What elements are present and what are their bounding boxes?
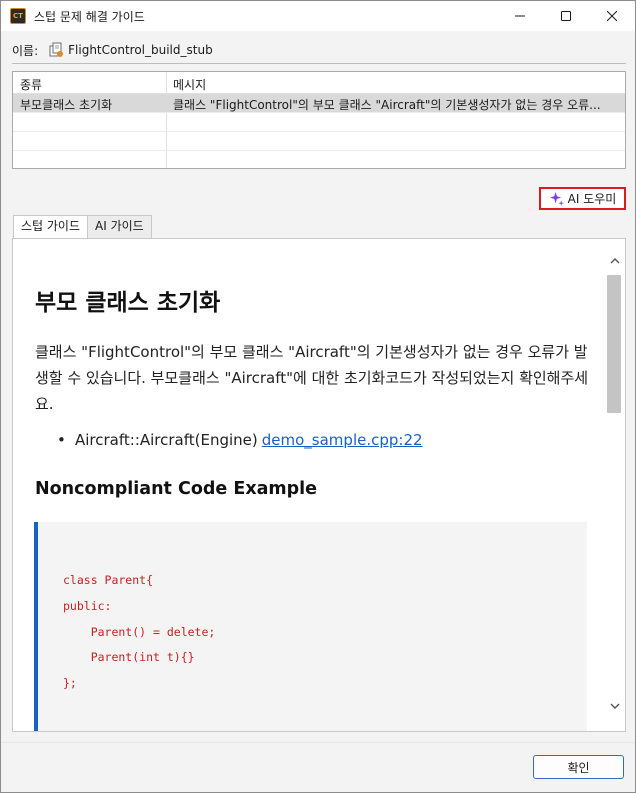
title-bar[interactable]: CT 스텁 문제 해결 가이드 (1, 1, 635, 31)
guide-content: 부모 클래스 초기화 클래스 "FlightControl"의 부모 클래스 "… (12, 238, 626, 732)
name-label: 이름: (12, 43, 39, 58)
column-header-message[interactable]: 메시지 (173, 76, 206, 93)
table-row-empty (13, 113, 625, 132)
close-icon (607, 11, 617, 21)
dialog-window: CT 스텁 문제 해결 가이드 이름: FlightControl_build_… (0, 0, 636, 793)
code-block: class Parent{ public: Parent() = delete;… (34, 522, 587, 731)
list-item: • Aircraft::Aircraft(Engine) demo_sample… (57, 431, 423, 449)
stub-file-icon (49, 42, 64, 57)
minimize-button[interactable] (497, 1, 543, 31)
footer-divider (1, 742, 635, 743)
guide-description: 클래스 "FlightControl"의 부모 클래스 "Aircraft"의 … (35, 343, 589, 413)
code-line: class Parent{ (63, 573, 154, 587)
cell-type: 부모클래스 초기화 (20, 98, 113, 112)
bullet: • (57, 431, 66, 449)
ai-assistant-button[interactable]: AI 도우미 (539, 187, 626, 210)
table-header: 종류 메시지 (13, 72, 625, 94)
tab-stub-guide[interactable]: 스텁 가이드 (13, 215, 89, 239)
guide-tabs: 스텁 가이드 AI 가이드 (13, 215, 152, 239)
table-row-empty (13, 132, 625, 151)
code-line: Parent() = delete; (63, 625, 216, 639)
maximize-button[interactable] (543, 1, 589, 31)
code-line: Parent(int t){} (63, 650, 195, 664)
tab-ai-guide[interactable]: AI 가이드 (88, 215, 152, 238)
maximize-icon (561, 11, 571, 21)
app-icon: CT (10, 8, 26, 24)
code-line: }; (63, 676, 77, 690)
bullet-text: Aircraft::Aircraft(Engine) (75, 431, 258, 449)
scroll-down-icon[interactable] (609, 700, 621, 712)
source-link[interactable]: demo_sample.cpp:22 (262, 431, 423, 449)
ai-assistant-label: AI 도우미 (567, 192, 617, 206)
code-line: public: (63, 599, 112, 613)
ok-button[interactable]: 확인 (533, 755, 624, 779)
section-heading: Noncompliant Code Example (35, 479, 318, 499)
scrollbar-thumb[interactable] (607, 275, 621, 413)
sparkle-icon (549, 191, 564, 206)
table-row[interactable]: 부모클래스 초기화 클래스 "FlightControl"의 부모 클래스 "A… (13, 94, 625, 113)
name-value: FlightControl_build_stub (68, 43, 213, 57)
scroll-up-icon[interactable] (609, 255, 621, 267)
issue-table[interactable]: 종류 메시지 부모클래스 초기화 클래스 "FlightControl"의 부모… (12, 71, 626, 169)
minimize-icon (515, 15, 525, 17)
guide-title: 부모 클래스 초기화 (35, 290, 221, 316)
cell-message: 클래스 "FlightControl"의 부모 클래스 "Aircraft"의 … (173, 98, 601, 112)
divider (12, 63, 626, 64)
table-row-empty (13, 151, 625, 170)
vertical-scrollbar[interactable] (605, 239, 625, 731)
column-header-type[interactable]: 종류 (20, 76, 42, 93)
close-button[interactable] (589, 1, 635, 31)
window-title: 스텁 문제 해결 가이드 (34, 10, 145, 24)
name-row: 이름: FlightControl_build_stub (12, 41, 213, 59)
